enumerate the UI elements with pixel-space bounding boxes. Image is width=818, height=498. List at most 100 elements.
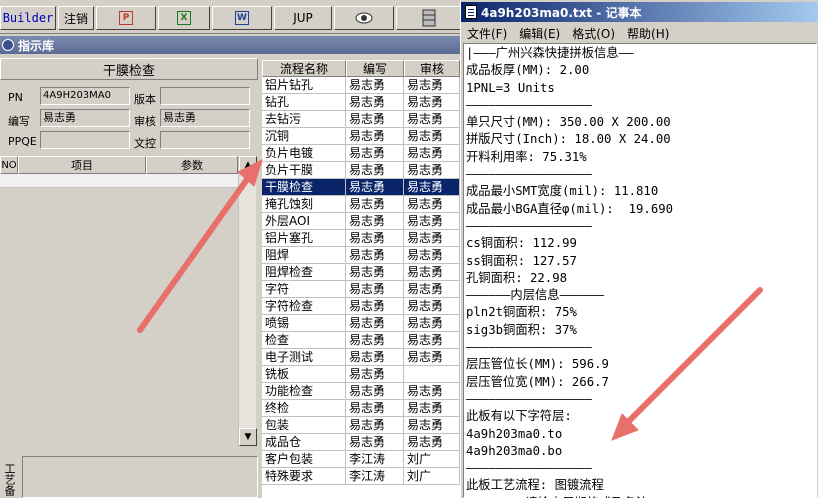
process-name-cell: 阻焊 xyxy=(262,247,346,264)
process-row[interactable]: 成品仓 易志勇 易志勇 xyxy=(262,434,460,451)
menu-format[interactable]: 格式(O) xyxy=(566,25,621,42)
parameter-empty-row[interactable] xyxy=(0,174,238,188)
eye-icon xyxy=(355,12,373,24)
view-button[interactable] xyxy=(334,6,394,30)
process-row[interactable]: 阻焊检查 易志勇 易志勇 xyxy=(262,264,460,281)
parameter-grid-scrollbar[interactable]: ▲ ▼ xyxy=(238,156,257,446)
notepad-line: 成品最小BGA直径φ(mil): 19.690 xyxy=(466,201,674,216)
reviewer-cell: 易志勇 xyxy=(404,298,460,315)
process-row[interactable]: 外层AOI 易志勇 易志勇 xyxy=(262,213,460,230)
menu-file[interactable]: 文件(F) xyxy=(461,25,513,42)
word-button[interactable]: W xyxy=(212,6,272,30)
jup-button[interactable]: JUP xyxy=(274,6,332,30)
col-author[interactable]: 编写 xyxy=(346,60,404,77)
author-cell: 易志勇 xyxy=(346,349,404,366)
excel-button[interactable]: X xyxy=(158,6,210,30)
notepad-line: 此板有以下字符层: xyxy=(466,409,572,424)
author-cell: 易志勇 xyxy=(346,179,404,196)
process-row[interactable]: 铝片钻孔 易志勇 易志勇 xyxy=(262,77,460,94)
doccontrol-label: 文控 xyxy=(134,137,156,150)
scroll-down-icon[interactable]: ▼ xyxy=(239,428,257,446)
notepad-line: ————————————————— xyxy=(466,340,592,355)
process-row[interactable]: 沉铜 易志勇 易志勇 xyxy=(262,128,460,145)
col-param[interactable]: 参数 xyxy=(146,156,238,174)
parameter-grid-header: NO 项目 参数 xyxy=(0,156,238,174)
word-icon: W xyxy=(235,11,249,25)
process-name-cell: 干膜检查 xyxy=(262,179,346,196)
reviewer-cell: 易志勇 xyxy=(404,77,460,94)
author-field[interactable]: 易志勇 xyxy=(40,109,130,127)
process-row[interactable]: 钻孔 易志勇 易志勇 xyxy=(262,94,460,111)
col-process-name[interactable]: 流程名称 xyxy=(262,60,346,77)
author-cell: 易志勇 xyxy=(346,400,404,417)
notepad-titlebar[interactable]: 4a9h203ma0.txt - 记事本 xyxy=(461,2,818,22)
reviewer-cell: 易志勇 xyxy=(404,179,460,196)
process-name-cell: 检查 xyxy=(262,332,346,349)
process-name-cell: 喷锡 xyxy=(262,315,346,332)
process-row[interactable]: 掩孔蚀刻 易志勇 易志勇 xyxy=(262,196,460,213)
notepad-line: 单只尺寸(MM): 350.00 X 200.00 xyxy=(466,115,671,130)
process-row[interactable]: 功能检查 易志勇 易志勇 xyxy=(262,383,460,400)
reviewer-cell: 易志勇 xyxy=(404,400,460,417)
process-name-cell: 钻孔 xyxy=(262,94,346,111)
powerpoint-icon: P xyxy=(119,11,133,25)
version-field[interactable] xyxy=(160,87,250,105)
process-row[interactable]: 铣板 易志勇 xyxy=(262,366,460,383)
author-cell: 易志勇 xyxy=(346,213,404,230)
process-name-cell: 成品仓 xyxy=(262,434,346,451)
builder-button[interactable]: Builder xyxy=(0,6,56,30)
process-name-cell: 铝片塞孔 xyxy=(262,230,346,247)
author-cell: 易志勇 xyxy=(346,162,404,179)
process-row[interactable]: 终检 易志勇 易志勇 xyxy=(262,400,460,417)
process-row[interactable]: 喷锡 易志勇 易志勇 xyxy=(262,315,460,332)
author-cell: 易志勇 xyxy=(346,111,404,128)
process-name-cell: 沉铜 xyxy=(262,128,346,145)
process-row[interactable]: 客户包装 李江涛 刘广 xyxy=(262,451,460,468)
process-flow-table[interactable]: 流程名称 编写 审核 铝片钻孔 易志勇 易志勇 钻孔 易志勇 易志勇 去钻污 易志勇 易志勇 沉铜… xyxy=(262,60,460,498)
doccontrol-field[interactable] xyxy=(160,131,250,149)
remark-textarea[interactable] xyxy=(22,456,258,498)
database-button[interactable] xyxy=(396,6,462,30)
ppqe-field[interactable] xyxy=(40,131,130,149)
process-row[interactable]: 特殊要求 李江涛 刘广 xyxy=(262,468,460,485)
process-row[interactable]: 阻焊 易志勇 易志勇 xyxy=(262,247,460,264)
menu-edit[interactable]: 编辑(E) xyxy=(513,25,566,42)
logout-button[interactable]: 注销 xyxy=(58,6,94,30)
process-row[interactable]: 铝片塞孔 易志勇 易志勇 xyxy=(262,230,460,247)
reviewer-cell: 刘广 xyxy=(404,468,460,485)
notepad-text-area[interactable]: |———广州兴森快捷拼板信息—— 成品板厚(MM): 2.00 1PNL=3 Uni… xyxy=(463,43,817,498)
process-row[interactable]: 检查 易志勇 易志勇 xyxy=(262,332,460,349)
reviewer-field[interactable]: 易志勇 xyxy=(160,109,250,127)
scroll-up-icon[interactable]: ▲ xyxy=(239,156,257,174)
author-cell: 易志勇 xyxy=(346,264,404,281)
notepad-line: 层压管位宽(MM): 266.7 xyxy=(466,374,609,389)
process-row[interactable]: 字符检查 易志勇 易志勇 xyxy=(262,298,460,315)
parameter-grid[interactable]: NO 项目 参数 ▲ ▼ xyxy=(0,156,258,446)
notepad-line: 此板工艺流程: 图镀流程 xyxy=(466,478,604,493)
author-cell: 易志勇 xyxy=(346,366,404,383)
powerpoint-button[interactable]: P xyxy=(96,6,156,30)
notepad-window: 4a9h203ma0.txt - 记事本 文件(F) 编辑(E) 格式(O) 帮… xyxy=(460,0,818,498)
col-item[interactable]: 项目 xyxy=(18,156,146,174)
process-row[interactable]: 电子测试 易志勇 易志勇 xyxy=(262,349,460,366)
process-name-cell: 阻焊检查 xyxy=(262,264,346,281)
author-cell: 易志勇 xyxy=(346,434,404,451)
col-no[interactable]: NO xyxy=(0,156,18,174)
remark-label: 工艺备 xyxy=(3,462,16,496)
notepad-title: 4a9h203ma0.txt - 记事本 xyxy=(481,5,642,20)
process-row[interactable]: 负片电镀 易志勇 易志勇 xyxy=(262,145,460,162)
database-icon xyxy=(422,9,436,27)
process-row[interactable]: 去钻污 易志勇 易志勇 xyxy=(262,111,460,128)
process-row[interactable]: 字符 易志勇 易志勇 xyxy=(262,281,460,298)
process-name-cell: 包装 xyxy=(262,417,346,434)
author-cell: 易志勇 xyxy=(346,230,404,247)
process-row[interactable]: 干膜检查 易志勇 易志勇 xyxy=(262,179,460,196)
col-reviewer[interactable]: 审核 xyxy=(404,60,460,77)
reviewer-cell: 易志勇 xyxy=(404,213,460,230)
main-toolbar: Builder 注销 P X W JUP xyxy=(0,0,462,34)
process-row[interactable]: 包装 易志勇 易志勇 xyxy=(262,417,460,434)
library-icon xyxy=(2,39,14,51)
pn-field[interactable]: 4A9H203MA0 xyxy=(40,87,130,105)
process-row[interactable]: 负片干膜 易志勇 易志勇 xyxy=(262,162,460,179)
menu-help[interactable]: 帮助(H) xyxy=(621,25,675,42)
